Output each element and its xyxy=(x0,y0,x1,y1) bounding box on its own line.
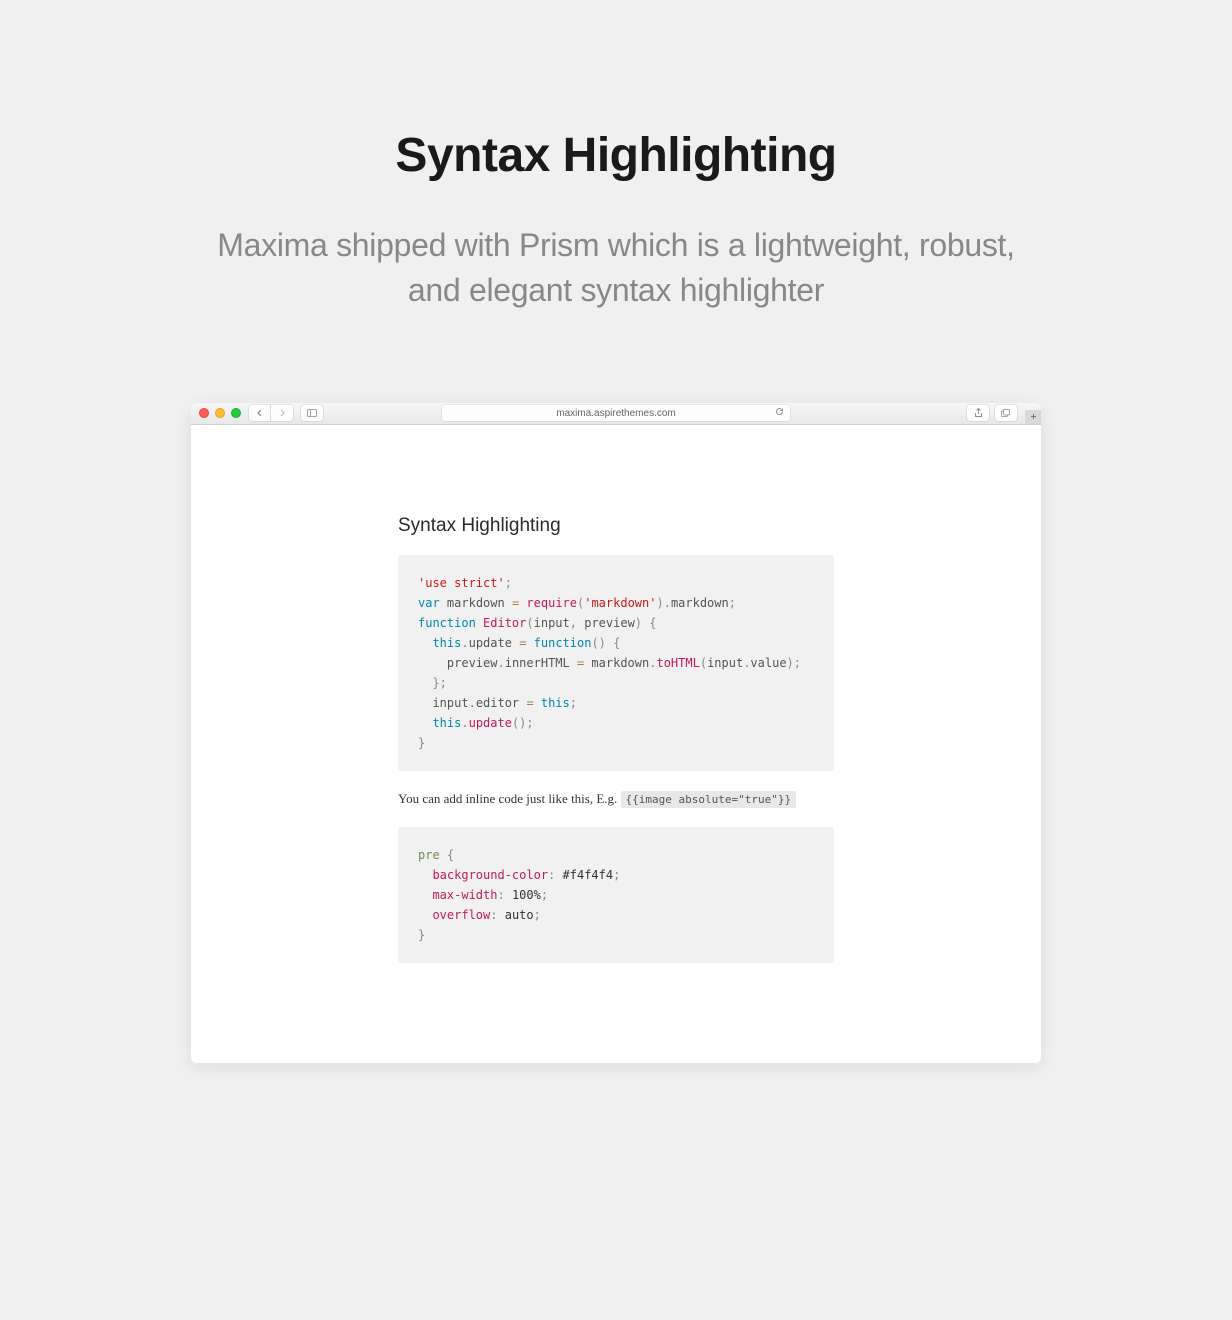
traffic-lights xyxy=(199,408,241,418)
chevron-right-icon xyxy=(279,409,286,417)
new-tab-button[interactable] xyxy=(1025,410,1041,424)
code-param: input xyxy=(534,616,570,630)
close-window-button[interactable] xyxy=(199,408,209,418)
browser-content: Syntax Highlighting 'use strict'; var ma… xyxy=(191,425,1041,1063)
plus-icon xyxy=(1030,413,1037,420)
code-selector: pre xyxy=(418,848,440,862)
page-subtitle: Maxima shipped with Prism which is a lig… xyxy=(216,223,1016,313)
code-param: preview xyxy=(584,616,635,630)
code-property: background-color xyxy=(432,868,548,882)
browser-toolbar: maxima.aspirethemes.com xyxy=(191,403,1041,425)
minimize-window-button[interactable] xyxy=(215,408,225,418)
code-ident: markdown xyxy=(447,596,505,610)
share-icon xyxy=(974,408,983,418)
back-button[interactable] xyxy=(249,405,271,421)
code-ident: markdown xyxy=(671,596,729,610)
inline-code-paragraph: You can add inline code just like this, … xyxy=(398,791,834,807)
code-keyword: function xyxy=(418,616,476,630)
page-title: Syntax Highlighting xyxy=(0,0,1232,183)
code-line: preview.innerHTML = markdown. xyxy=(447,656,657,670)
content-title: Syntax Highlighting xyxy=(398,515,834,537)
refresh-icon xyxy=(775,407,784,416)
code-string: 'use strict' xyxy=(418,576,505,590)
code-value: auto xyxy=(505,908,534,922)
code-keyword: this xyxy=(541,696,570,710)
maximize-window-button[interactable] xyxy=(231,408,241,418)
code-keyword: function xyxy=(534,636,592,650)
code-keyword: var xyxy=(418,596,440,610)
sidebar-toggle-button[interactable] xyxy=(301,405,323,421)
url-bar[interactable]: maxima.aspirethemes.com xyxy=(442,405,790,421)
js-code-block: 'use strict'; var markdown = require('ma… xyxy=(398,555,834,771)
share-button[interactable] xyxy=(967,405,989,421)
code-property: overflow xyxy=(432,908,490,922)
browser-window: maxima.aspirethemes.com Syntax Highlight… xyxy=(191,403,1041,1063)
code-keyword: this xyxy=(432,636,461,650)
tabs-icon xyxy=(1001,409,1011,417)
chevron-left-icon xyxy=(256,409,263,417)
code-function: toHTML xyxy=(656,656,699,670)
refresh-button[interactable] xyxy=(775,407,784,419)
code-keyword: this xyxy=(432,716,461,730)
code-function: require xyxy=(526,596,577,610)
tabs-button[interactable] xyxy=(995,405,1017,421)
inline-code: {{image absolute="true"}} xyxy=(621,791,797,808)
code-ident: input.value xyxy=(707,656,786,670)
code-value: #f4f4f4 xyxy=(563,868,614,882)
paragraph-text: You can add inline code just like this, … xyxy=(398,791,621,806)
right-toolbar xyxy=(967,405,1017,421)
code-property: max-width xyxy=(432,888,497,902)
code-function: update xyxy=(469,716,512,730)
code-string: 'markdown' xyxy=(584,596,656,610)
code-value: 100% xyxy=(512,888,541,902)
code-line: input.editor = xyxy=(432,696,540,710)
url-text: maxima.aspirethemes.com xyxy=(556,408,675,419)
forward-button[interactable] xyxy=(271,405,293,421)
nav-buttons xyxy=(249,405,293,421)
code-function: Editor xyxy=(483,616,526,630)
css-code-block: pre { background-color: #f4f4f4; max-wid… xyxy=(398,827,834,963)
sidebar-icon xyxy=(307,409,317,417)
code-ident: update xyxy=(469,636,512,650)
